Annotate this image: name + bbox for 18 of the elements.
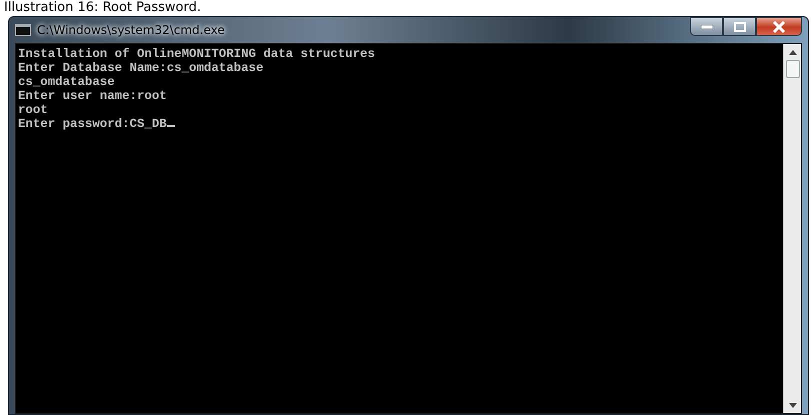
- minimize-icon: [700, 24, 712, 28]
- minimize-button[interactable]: [690, 17, 723, 36]
- console-line: Enter password:CS_DB: [18, 117, 781, 131]
- window-title: C:\Windows\system32\cmd.exe: [37, 22, 225, 39]
- maximize-icon: [734, 22, 746, 32]
- console-icon: [15, 24, 31, 36]
- close-button[interactable]: [756, 17, 802, 36]
- console-line: Enter Database Name:cs_omdatabase: [18, 61, 264, 75]
- text-cursor: [166, 125, 175, 127]
- close-icon: [772, 20, 786, 32]
- figure-caption: Illustration 16: Root Password.: [3, 0, 202, 16]
- scrollbar[interactable]: [783, 44, 801, 413]
- scroll-thumb[interactable]: [786, 60, 800, 78]
- console-line: root: [18, 103, 49, 117]
- maximize-button[interactable]: [723, 17, 756, 36]
- console-line: cs_omdatabase: [18, 75, 116, 89]
- console-line: Installation of OnlineMONITORING data structures: [18, 47, 376, 61]
- console-line: Enter user name:root: [18, 89, 168, 103]
